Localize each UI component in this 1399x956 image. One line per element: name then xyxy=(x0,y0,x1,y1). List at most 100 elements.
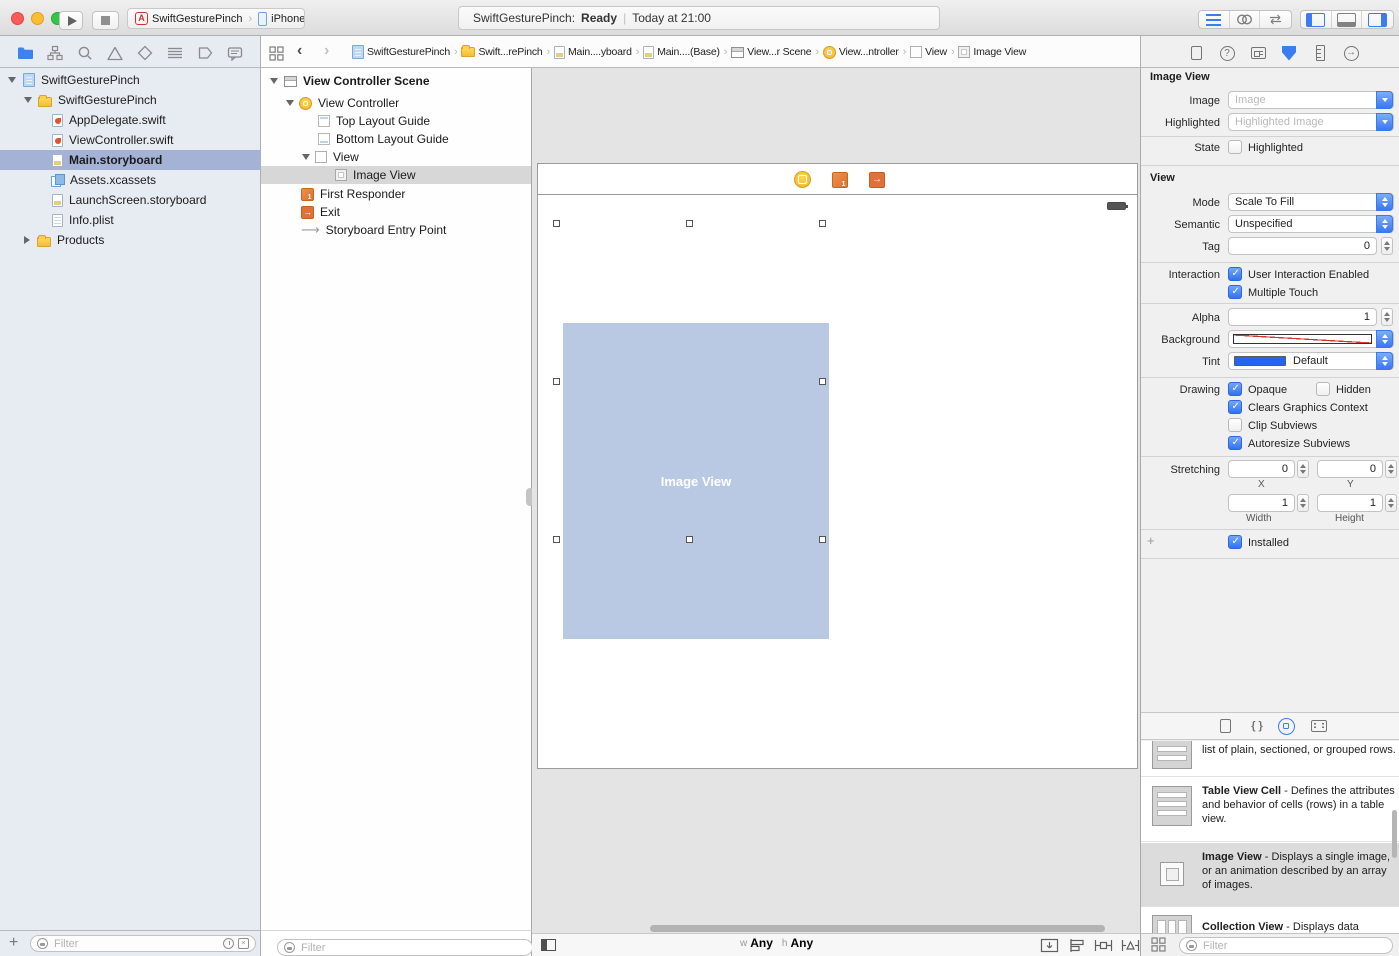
breadcrumb-storyboard[interactable]: Main....yboard xyxy=(554,46,632,59)
disclosure-triangle[interactable] xyxy=(24,236,30,244)
debug-area-toggle-button[interactable] xyxy=(1332,11,1363,28)
popup-button[interactable] xyxy=(1376,330,1393,348)
image-view-object[interactable]: Image View xyxy=(563,323,829,639)
highlighted-combo-box[interactable] xyxy=(1228,113,1394,131)
breadcrumb-storyboard-base[interactable]: Main....(Base) xyxy=(643,46,720,59)
scheme-project-name[interactable]: SwiftGesturePinch xyxy=(152,13,242,25)
exit-icon[interactable]: → xyxy=(869,172,885,188)
navigator-item-main-storyboard[interactable]: Main.storyboard xyxy=(0,150,261,170)
minimize-window-button[interactable] xyxy=(31,12,44,25)
view-controller-scene[interactable]: → Image View xyxy=(537,163,1138,769)
issue-navigator-tab[interactable] xyxy=(106,44,124,62)
file-template-library-tab[interactable] xyxy=(1215,717,1235,735)
stretching-height-stepper[interactable] xyxy=(1385,494,1397,512)
interface-builder-canvas[interactable]: → Image View xyxy=(532,68,1140,933)
disclosure-triangle[interactable] xyxy=(8,77,16,83)
library-scrollbar[interactable] xyxy=(1392,810,1397,858)
close-window-button[interactable] xyxy=(11,12,24,25)
tint-popup[interactable]: Default xyxy=(1228,352,1394,370)
outline-item-first-responder[interactable]: First Responder xyxy=(261,185,531,203)
scheme-selector[interactable]: A SwiftGesturePinch › iPhone 6s Plus xyxy=(127,8,305,29)
scm-filter-icon[interactable]: × xyxy=(238,938,249,949)
alpha-field[interactable] xyxy=(1228,308,1377,326)
highlighted-input[interactable] xyxy=(1235,116,1387,128)
view-controller-icon[interactable] xyxy=(794,171,811,188)
stretching-x-field[interactable] xyxy=(1228,460,1295,478)
popup-button[interactable] xyxy=(1376,215,1393,233)
semantic-popup[interactable]: Unspecified xyxy=(1228,215,1394,233)
size-inspector-tab[interactable] xyxy=(1310,44,1330,62)
resize-handle-top-right[interactable] xyxy=(819,220,826,227)
stretching-width-input[interactable] xyxy=(1235,497,1288,509)
disclosure-triangle[interactable] xyxy=(24,97,32,103)
add-button[interactable]: + xyxy=(9,934,18,952)
mode-popup[interactable]: Scale To Fill xyxy=(1228,193,1394,211)
breadcrumb-project[interactable]: SwiftGesturePinch xyxy=(352,45,450,59)
forward-button[interactable]: › xyxy=(324,42,329,60)
image-combo-box[interactable] xyxy=(1228,91,1394,109)
debug-navigator-tab[interactable] xyxy=(166,44,184,62)
background-color-well[interactable] xyxy=(1228,330,1394,348)
identity-inspector-tab[interactable] xyxy=(1248,44,1268,62)
stretching-height-field[interactable] xyxy=(1317,494,1383,512)
attributes-inspector-tab[interactable] xyxy=(1279,44,1299,62)
hidden-checkbox[interactable] xyxy=(1316,382,1330,396)
highlighted-checkbox[interactable] xyxy=(1228,140,1242,154)
resolve-auto-layout-button[interactable] xyxy=(1121,938,1140,953)
disclosure-triangle[interactable] xyxy=(302,154,310,160)
navigator-item-project[interactable]: SwiftGesturePinch xyxy=(0,70,261,90)
clears-graphics-context-checkbox[interactable] xyxy=(1228,400,1242,414)
breadcrumb-image-view[interactable]: Image View xyxy=(958,46,1026,58)
library-item-partial-text[interactable]: list of plain, sectioned, or grouped row… xyxy=(1202,743,1396,757)
outline-item-entry-point[interactable]: ⟶ Storyboard Entry Point xyxy=(261,221,531,239)
horizontal-scrollbar[interactable] xyxy=(650,925,1105,932)
first-responder-icon[interactable] xyxy=(832,172,848,188)
project-navigator-tab[interactable] xyxy=(16,44,34,62)
recent-files-icon[interactable] xyxy=(223,938,234,949)
stretching-x-stepper[interactable] xyxy=(1297,460,1309,478)
utilities-toggle-button[interactable] xyxy=(1362,11,1393,28)
clip-subviews-checkbox[interactable] xyxy=(1228,418,1242,432)
library-filter-field[interactable] xyxy=(1179,937,1393,954)
outline-filter-input[interactable] xyxy=(299,941,526,955)
outline-item-bottom-layout-guide[interactable]: Bottom Layout Guide xyxy=(261,130,531,148)
navigator-item-infoplist[interactable]: Info.plist xyxy=(0,210,261,230)
outline-item-exit[interactable]: → Exit xyxy=(261,203,531,221)
stretching-y-stepper[interactable] xyxy=(1385,460,1397,478)
library-item-image-view[interactable]: Image View - Displays a single image, or… xyxy=(1202,850,1396,892)
stretching-x-input[interactable] xyxy=(1235,463,1288,475)
report-navigator-tab[interactable] xyxy=(226,44,244,62)
disclosure-triangle[interactable] xyxy=(270,78,278,84)
pin-button[interactable] xyxy=(1094,938,1113,953)
resize-handle-top-left[interactable] xyxy=(553,220,560,227)
search-navigator-tab[interactable] xyxy=(76,44,94,62)
alpha-input[interactable] xyxy=(1235,311,1370,323)
back-button[interactable]: ‹ xyxy=(297,42,302,60)
resize-handle-bottom-right[interactable] xyxy=(819,536,826,543)
tag-stepper[interactable] xyxy=(1381,237,1393,255)
combo-dropdown-button[interactable] xyxy=(1376,113,1393,131)
resize-handle-bottom-center[interactable] xyxy=(686,536,693,543)
scheme-device-name[interactable]: iPhone 6s Plus xyxy=(271,13,305,25)
breadcrumb-view[interactable]: View xyxy=(910,46,947,58)
navigator-filter-input[interactable] xyxy=(52,937,219,951)
media-library-tab[interactable] xyxy=(1309,717,1329,735)
standard-editor-button[interactable] xyxy=(1199,11,1230,28)
align-button[interactable] xyxy=(1067,938,1086,953)
stretching-y-input[interactable] xyxy=(1324,463,1376,475)
navigator-filter-field[interactable]: × xyxy=(30,935,256,952)
outline-item-top-layout-guide[interactable]: Top Layout Guide xyxy=(261,112,531,130)
navigator-item-launchscreen[interactable]: LaunchScreen.storyboard xyxy=(0,190,261,210)
outline-filter-field[interactable] xyxy=(277,939,533,956)
navigator-item-group[interactable]: SwiftGesturePinch xyxy=(0,90,261,110)
stretching-y-field[interactable] xyxy=(1317,460,1383,478)
outline-item-view[interactable]: View xyxy=(261,148,531,166)
resize-handle-middle-left[interactable] xyxy=(553,378,560,385)
related-items-button[interactable] xyxy=(267,44,285,62)
run-button[interactable] xyxy=(59,11,83,30)
navigator-toggle-button[interactable] xyxy=(1301,11,1332,28)
popup-button[interactable] xyxy=(1376,193,1393,211)
stretching-width-field[interactable] xyxy=(1228,494,1295,512)
tag-input[interactable] xyxy=(1235,240,1370,252)
disclosure-triangle[interactable] xyxy=(286,100,294,106)
